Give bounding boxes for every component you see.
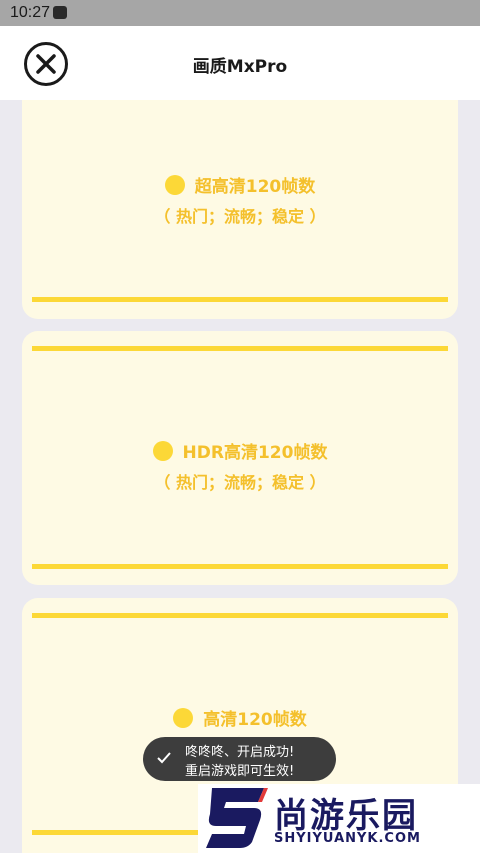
- option-title: HDR高清120帧数: [182, 443, 328, 463]
- watermark: 尚游乐园 SHYIYUANYK.COM: [198, 784, 480, 853]
- status-bar: 10:27: [0, 0, 480, 26]
- radio-dot-icon: [173, 708, 194, 728]
- option-title-row: 超高清120帧数: [22, 172, 458, 197]
- divider: [32, 564, 448, 569]
- quality-option-card[interactable]: HDR高清120帧数 （ 热门；流畅；稳定 ）: [22, 331, 458, 585]
- divider: [32, 613, 448, 618]
- option-subtitle: （ 热门；流畅；稳定 ）: [154, 207, 326, 226]
- watermark-logo-icon: [206, 788, 268, 848]
- top-bar: 画质MxPro: [0, 26, 480, 100]
- watermark-domain: SHYIYUANYK.COM: [274, 831, 421, 846]
- option-subtitle: （ 热门；流畅；稳定 ）: [154, 473, 326, 492]
- divider: [32, 297, 448, 302]
- divider: [32, 346, 448, 351]
- success-toast: 咚咚咚、开启成功! 重启游戏即可生效!: [143, 737, 336, 781]
- toast-line-2: 重启游戏即可生效!: [185, 764, 295, 779]
- notification-icon: [53, 6, 67, 19]
- option-title-row: 高清120帧数: [22, 705, 458, 730]
- option-title: 超高清120帧数: [194, 177, 316, 197]
- radio-dot-icon: [164, 175, 185, 195]
- option-title-row: HDR高清120帧数: [22, 438, 458, 463]
- quality-option-card[interactable]: 超高清120帧数 （ 热门；流畅；稳定 ）: [22, 100, 458, 319]
- watermark-name: 尚游乐园: [274, 796, 418, 836]
- page-title: 画质MxPro: [192, 57, 288, 77]
- toast-line-1: 咚咚咚、开启成功!: [185, 745, 295, 760]
- check-icon: [157, 752, 171, 764]
- radio-dot-icon: [152, 441, 173, 461]
- status-time: 10:27: [10, 4, 51, 21]
- option-title: 高清120帧数: [203, 710, 307, 730]
